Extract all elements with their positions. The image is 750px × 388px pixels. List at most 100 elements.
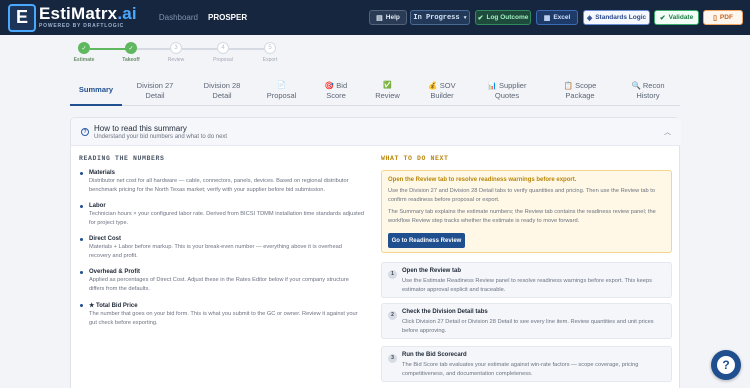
standards-logic-label: Standards Logic bbox=[595, 14, 647, 21]
next-step-card: 3 Run the Bid Scorecard The Bid Score ta… bbox=[381, 346, 672, 382]
step-number: 2 bbox=[388, 311, 397, 320]
log-outcome-label: Log Outcome bbox=[486, 14, 529, 21]
document-icon: 📄 bbox=[277, 82, 286, 89]
step-check-icon: ✓ bbox=[125, 42, 137, 54]
item-heading: ★ Total Bid Price bbox=[89, 303, 138, 309]
item-body: Distributor net cost for all hardware — … bbox=[89, 178, 349, 193]
alert-heading: Open the Review tab to resolve readiness… bbox=[388, 177, 577, 183]
tab-bid-score[interactable]: 🎯 Bid Score bbox=[316, 76, 356, 106]
item-body: Applied as percentages of Direct Cost. A… bbox=[89, 277, 349, 292]
validate-button[interactable]: ✔ Validate bbox=[654, 10, 699, 25]
item-body: Materials + Labor before markup. This is… bbox=[89, 244, 342, 259]
list-item: Labor Technician hours × your configured… bbox=[80, 203, 365, 227]
step-label: Review bbox=[167, 57, 185, 63]
reading-numbers-heading: READING THE NUMBERS bbox=[79, 155, 165, 162]
help-button[interactable]: ▤ Help bbox=[369, 10, 407, 25]
tab-label-2: History bbox=[636, 91, 660, 100]
readiness-alert: Open the Review tab to resolve readiness… bbox=[381, 170, 672, 253]
tab-label: Division 28 bbox=[203, 81, 241, 90]
tab-label-2: Score bbox=[326, 91, 346, 100]
pdf-export-button[interactable]: ▯ PDF bbox=[703, 10, 743, 25]
chevron-up-icon[interactable]: ︿ bbox=[664, 127, 671, 137]
magnifier-icon: 🔍 Recon bbox=[631, 81, 665, 90]
standards-logic-button[interactable]: ◈ Standards Logic bbox=[583, 10, 650, 25]
step-takeoff[interactable]: ✓ Takeoff bbox=[111, 42, 151, 63]
alert-text: Use the Division 27 and Division 28 Deta… bbox=[388, 188, 656, 203]
list-item: Overhead & Profit Applied as percentages… bbox=[80, 269, 365, 293]
tab-label-2: Builder bbox=[430, 91, 454, 100]
step-export[interactable]: 5 Export bbox=[250, 42, 290, 63]
step-proposal[interactable]: 4 Proposal bbox=[203, 42, 243, 63]
step-body: Use the Estimate Readiness Review panel … bbox=[402, 278, 652, 293]
validate-label: Validate bbox=[668, 14, 694, 21]
step-number: 5 bbox=[264, 42, 276, 54]
excel-export-button[interactable]: ▦ Excel bbox=[536, 10, 578, 25]
question-circle-icon: ? bbox=[81, 128, 89, 136]
step-label: Proposal bbox=[213, 57, 233, 63]
tab-summary[interactable]: Summary bbox=[70, 76, 122, 106]
list-item: Direct Cost Materials + Labor before mar… bbox=[80, 236, 365, 260]
alert-text-2: The Summary tab explains the estimate nu… bbox=[388, 209, 656, 224]
bullet-icon bbox=[80, 205, 83, 208]
question-mark-icon: ? bbox=[717, 356, 735, 374]
check-circle-icon: ✔ bbox=[477, 14, 484, 22]
step-heading: Run the Bid Scorecard bbox=[402, 352, 467, 358]
item-heading: Overhead & Profit bbox=[89, 269, 141, 275]
list-item: Materials Distributor net cost for all h… bbox=[80, 170, 365, 194]
step-heading: Open the Review tab bbox=[402, 268, 462, 274]
money-bag-icon: 💰 SOV bbox=[428, 81, 456, 90]
nav-dashboard-link[interactable]: Dashboard bbox=[159, 13, 198, 22]
document-icon: ▯ bbox=[713, 14, 717, 22]
tab-proposal[interactable]: 📄 Proposal bbox=[258, 76, 305, 106]
next-step-card: 2 Check the Division Detail tabs Click D… bbox=[381, 303, 672, 339]
tab-review[interactable]: ✅ Review bbox=[365, 76, 410, 106]
step-number: 3 bbox=[170, 42, 182, 54]
item-heading: Labor bbox=[89, 203, 106, 209]
step-review[interactable]: 3 Review bbox=[156, 42, 196, 63]
step-estimate[interactable]: ✓ Estimate bbox=[64, 42, 104, 63]
bar-chart-icon: 📊 Supplier bbox=[487, 81, 527, 90]
chevron-down-icon: ▼ bbox=[463, 14, 467, 21]
nav-project-name[interactable]: PROSPER bbox=[208, 13, 247, 22]
tab-label: Summary bbox=[78, 85, 114, 94]
tab-scope-package[interactable]: 📋 Scope Package bbox=[555, 76, 605, 106]
main-tabs: Summary Division 27 Detail Division 28 D… bbox=[70, 76, 680, 106]
app-name: EstiMatrx.ai bbox=[39, 5, 137, 23]
step-body: The Bid Score tab evaluates your estimat… bbox=[402, 362, 639, 377]
card-header[interactable]: ? How to read this summary Understand yo… bbox=[71, 118, 681, 146]
status-select[interactable]: In Progress ▼ bbox=[410, 10, 470, 25]
tab-sov-builder[interactable]: 💰 SOV Builder bbox=[419, 76, 465, 106]
step-number: 3 bbox=[388, 354, 397, 363]
card-subtitle: Understand your bid numbers and what to … bbox=[94, 134, 228, 140]
logo-text: EstiMatrx.ai POWERED BY DRAFTLOGIC bbox=[39, 5, 137, 30]
tab-division-27-detail[interactable]: Division 27 Detail bbox=[130, 76, 180, 106]
tab-recon-history[interactable]: 🔍 Recon History bbox=[623, 76, 673, 106]
list-item: ★ Total Bid Price The number that goes o… bbox=[80, 302, 365, 327]
tab-label: Proposal bbox=[266, 91, 297, 100]
bullet-icon bbox=[80, 304, 83, 307]
spreadsheet-icon: ▦ bbox=[543, 14, 551, 22]
help-fab-button[interactable]: ? bbox=[711, 350, 741, 380]
step-body: Click Division 27 Detail or Division 28 … bbox=[402, 319, 654, 334]
app-name-suffix: .ai bbox=[117, 4, 137, 23]
check-box-icon: ✅ bbox=[383, 82, 392, 89]
go-to-readiness-review-button[interactable]: Go to Readiness Review bbox=[388, 233, 465, 248]
what-next-heading: WHAT TO DO NEXT bbox=[381, 155, 449, 162]
tab-supplier-quotes[interactable]: 📊 Supplier Quotes bbox=[482, 76, 532, 106]
status-select-value: In Progress bbox=[413, 13, 460, 22]
card-title: How to read this summary bbox=[94, 124, 187, 133]
pdf-label: PDF bbox=[719, 14, 733, 21]
excel-label: Excel bbox=[553, 14, 571, 21]
next-step-card: 1 Open the Review tab Use the Estimate R… bbox=[381, 262, 672, 298]
step-number: 4 bbox=[217, 42, 229, 54]
item-body: The number that goes on your bid form. T… bbox=[89, 311, 358, 326]
app-logo[interactable]: E EstiMatrx.ai POWERED BY DRAFTLOGIC bbox=[8, 3, 137, 32]
shield-icon: ◈ bbox=[586, 14, 593, 22]
tab-label-2: Detail bbox=[212, 91, 232, 100]
tab-label: Review bbox=[375, 91, 400, 100]
log-outcome-button[interactable]: ✔ Log Outcome bbox=[475, 10, 531, 25]
step-label: Export bbox=[262, 57, 278, 63]
step-check-icon: ✓ bbox=[78, 42, 90, 54]
tab-division-28-detail[interactable]: Division 28 Detail bbox=[197, 76, 247, 106]
item-body: Technician hours × your configured labor… bbox=[89, 211, 365, 226]
